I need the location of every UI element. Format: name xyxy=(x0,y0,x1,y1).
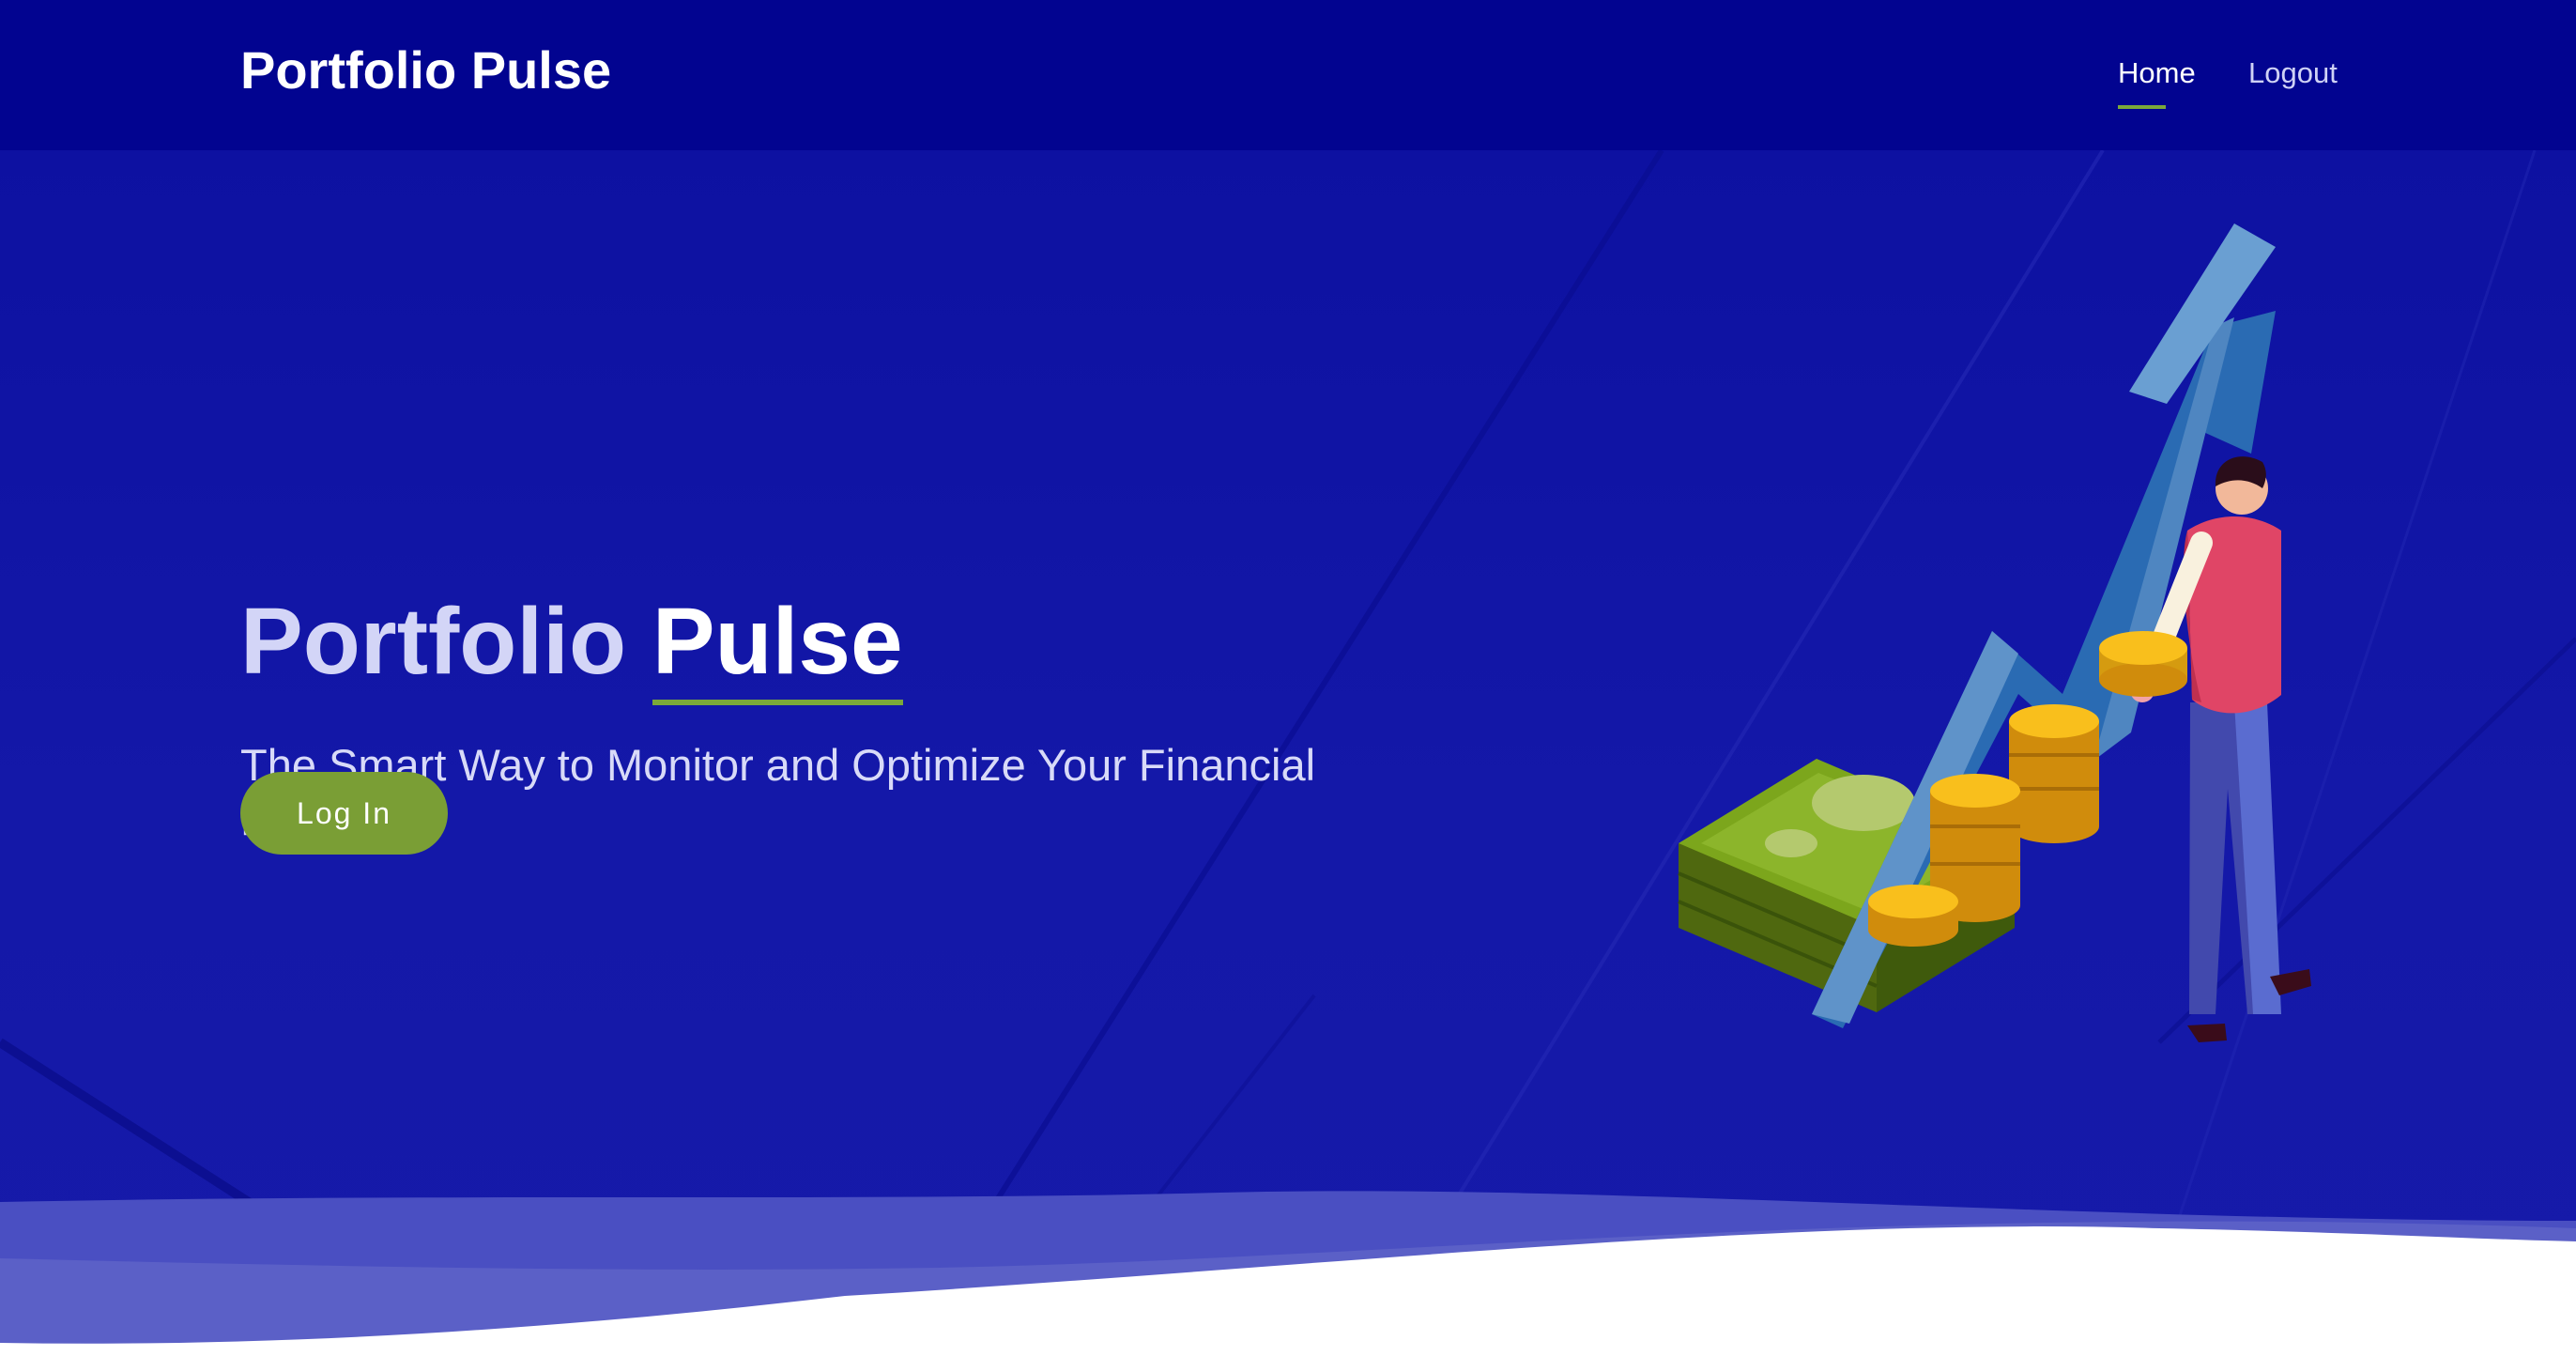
hero-title: Portfolio Pulse xyxy=(240,588,903,696)
top-navbar: Portfolio Pulse Home Logout xyxy=(0,0,2576,150)
login-button[interactable]: Log In xyxy=(240,772,448,855)
active-nav-indicator xyxy=(2118,105,2166,109)
hero-title-part1: Portfolio xyxy=(240,589,627,694)
hero-bottom-wave xyxy=(0,1191,2576,1356)
brand-logo[interactable]: Portfolio Pulse xyxy=(240,39,611,100)
hero-title-part2: Pulse xyxy=(652,589,903,694)
nav-home-link[interactable]: Home xyxy=(2118,56,2196,90)
finance-growth-illustration xyxy=(1678,223,2311,1042)
nav-logout-link[interactable]: Logout xyxy=(2248,56,2338,90)
